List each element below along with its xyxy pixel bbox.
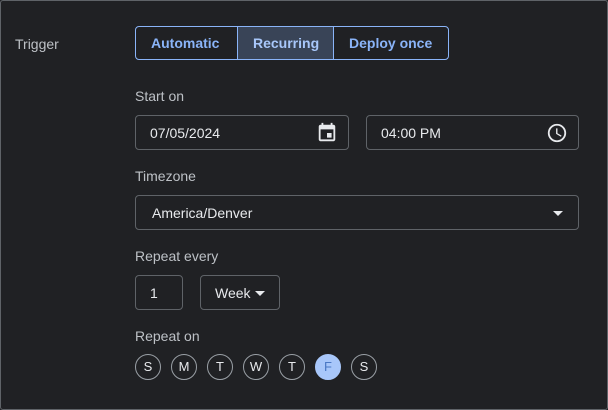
- repeat-every-label: Repeat every: [135, 248, 219, 264]
- clock-icon[interactable]: [546, 122, 568, 144]
- timezone-value: America/Denver: [152, 205, 253, 221]
- repeat-unit-select[interactable]: Week: [200, 275, 280, 310]
- timezone-label: Timezone: [135, 168, 196, 184]
- chevron-down-icon: [553, 211, 563, 216]
- day-toggle-friday[interactable]: F: [315, 354, 341, 380]
- trigger-option-automatic[interactable]: Automatic: [136, 27, 237, 59]
- trigger-label: Trigger: [15, 36, 59, 52]
- start-time-value: 04:00 PM: [381, 125, 441, 141]
- start-on-label: Start on: [135, 88, 185, 104]
- start-time-field[interactable]: 04:00 PM: [366, 115, 579, 150]
- repeat-unit-value: Week: [215, 285, 251, 301]
- timezone-select[interactable]: America/Denver: [135, 195, 579, 230]
- day-toggle-monday[interactable]: M: [171, 354, 197, 380]
- start-date-field[interactable]: 07/05/2024: [135, 115, 349, 150]
- repeat-on-label: Repeat on: [135, 328, 200, 344]
- chevron-down-icon: [255, 291, 265, 296]
- schedule-panel: Trigger Automatic Recurring Deploy once …: [0, 0, 608, 410]
- day-toggle-wednesday[interactable]: W: [243, 354, 269, 380]
- trigger-segmented-control: Automatic Recurring Deploy once: [135, 26, 449, 60]
- repeat-on-days: S M T W T F S: [135, 354, 377, 380]
- day-toggle-thursday[interactable]: T: [279, 354, 305, 380]
- repeat-count-value: 1: [150, 285, 158, 301]
- calendar-icon[interactable]: [316, 122, 338, 144]
- start-date-value: 07/05/2024: [150, 125, 221, 141]
- trigger-option-deploy-once[interactable]: Deploy once: [333, 27, 448, 59]
- day-toggle-sunday[interactable]: S: [135, 354, 161, 380]
- trigger-option-recurring[interactable]: Recurring: [237, 27, 333, 59]
- repeat-count-input[interactable]: 1: [135, 275, 183, 310]
- day-toggle-tuesday[interactable]: T: [207, 354, 233, 380]
- day-toggle-saturday[interactable]: S: [351, 354, 377, 380]
